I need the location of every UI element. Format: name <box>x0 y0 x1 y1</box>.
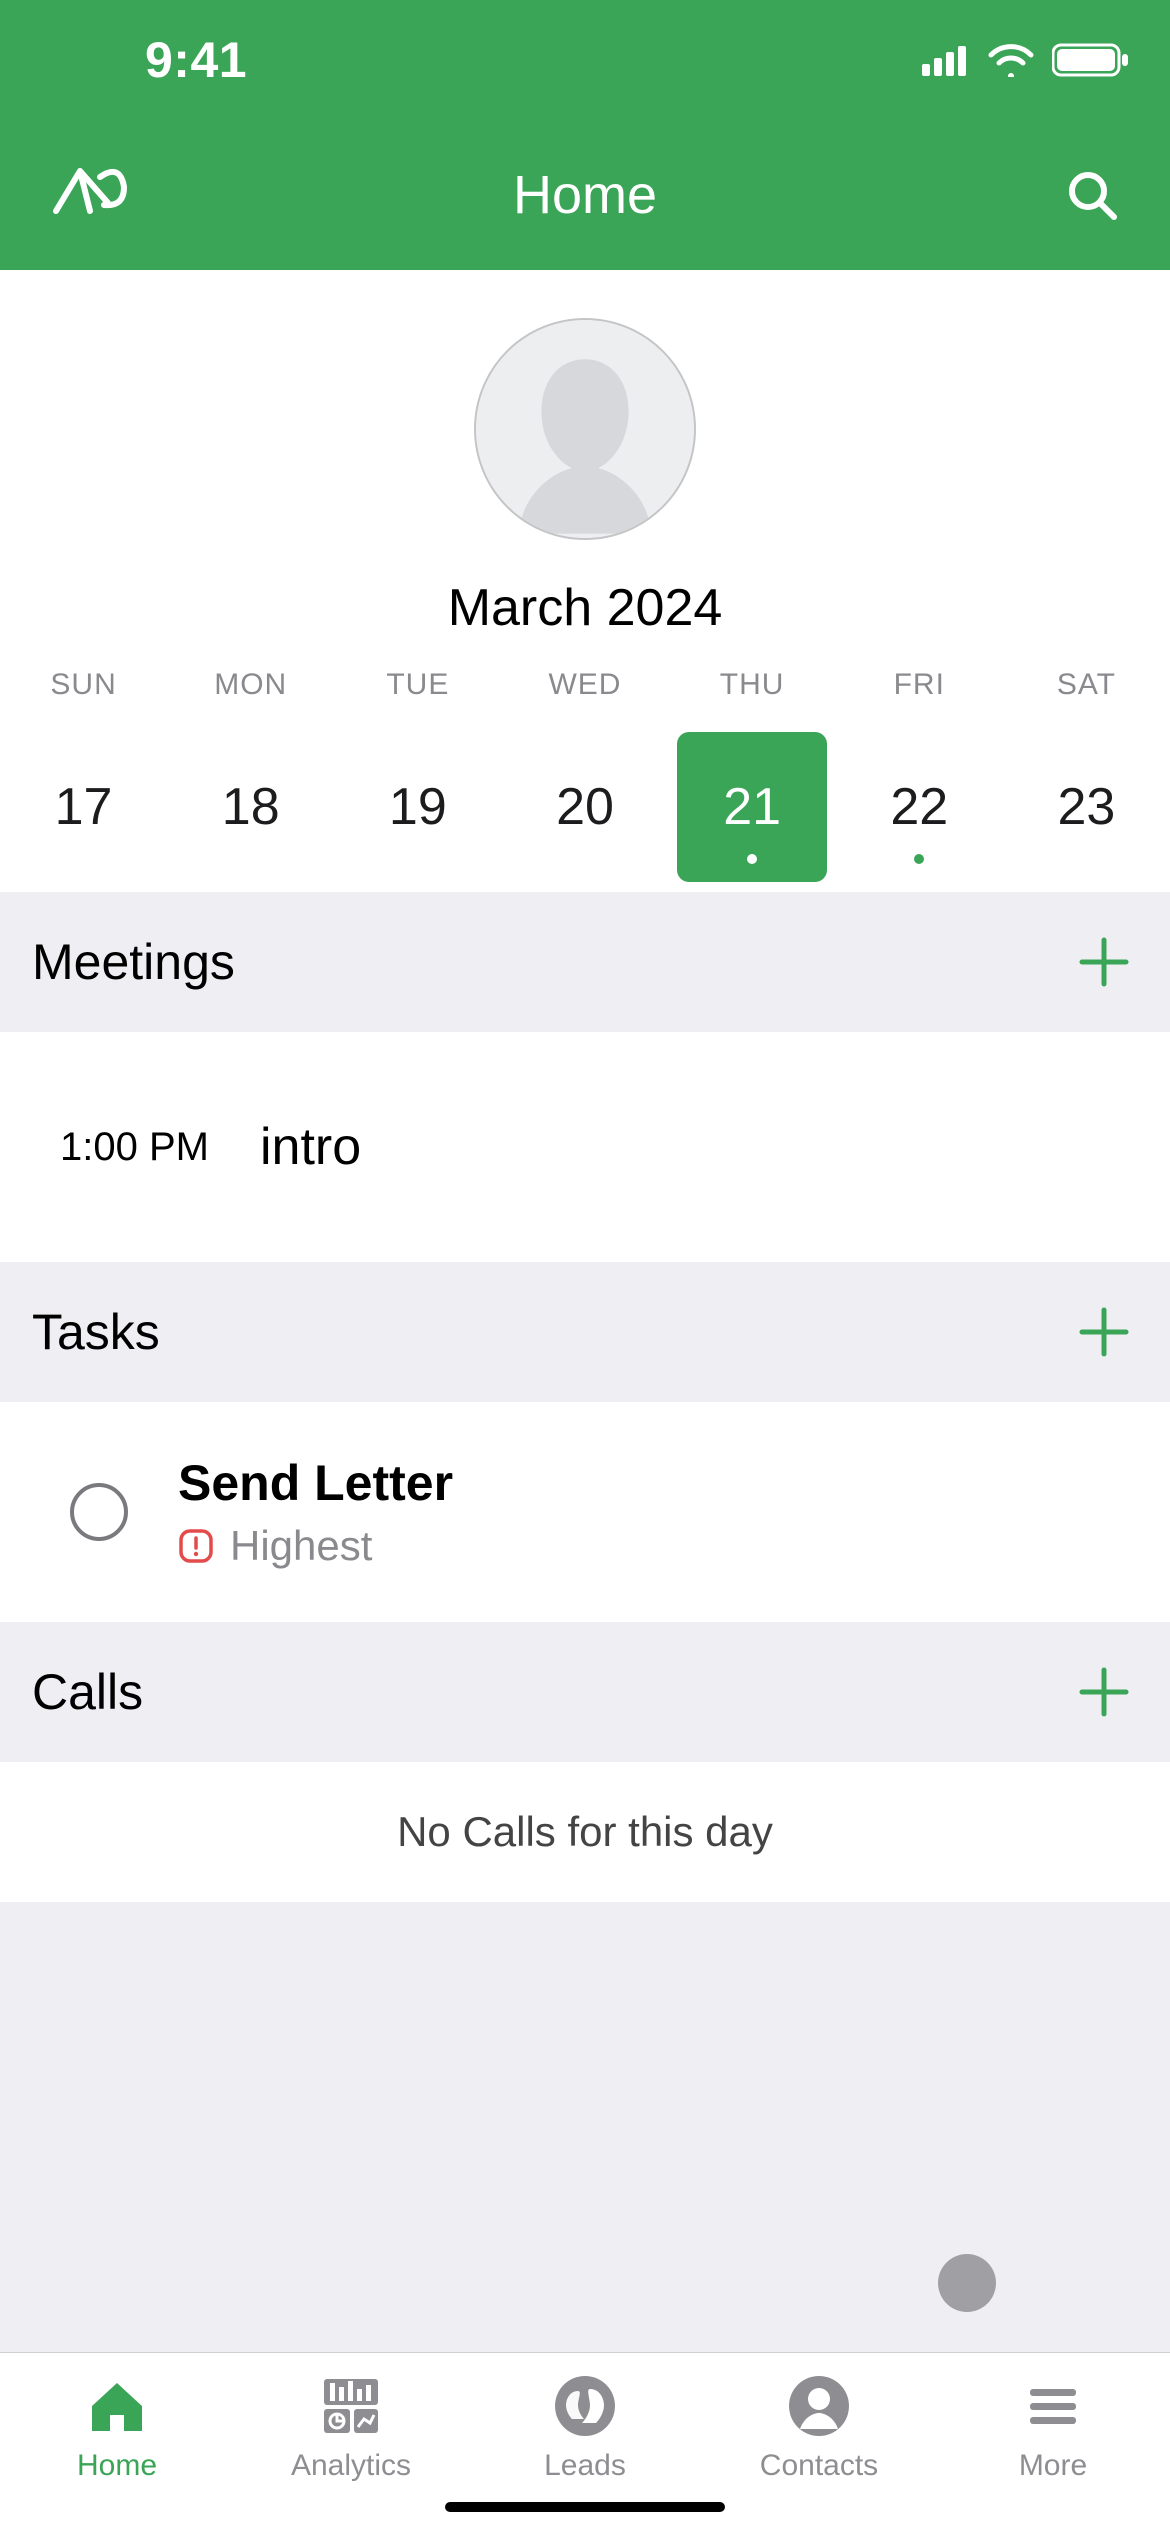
wifi-icon <box>988 43 1034 77</box>
day-name: WED <box>501 668 668 702</box>
status-bar: 9:41 <box>0 0 1170 120</box>
tab-label: Home <box>77 2449 157 2483</box>
tab-label: Leads <box>544 2449 626 2483</box>
tasks-header: Tasks <box>0 1262 1170 1402</box>
tasks-label: Tasks <box>32 1303 160 1361</box>
tab-label: Contacts <box>760 2449 878 2483</box>
search-button[interactable] <box>1040 167 1120 223</box>
tab-more[interactable]: More <box>936 2371 1170 2483</box>
date-number: 23 <box>1057 777 1115 837</box>
date-number: 22 <box>890 777 948 837</box>
leads-icon <box>550 2371 620 2441</box>
task-title: Send Letter <box>178 1454 453 1512</box>
avatar-placeholder-icon <box>476 320 694 538</box>
plus-icon <box>1078 1666 1130 1718</box>
tab-label: Analytics <box>291 2449 411 2483</box>
priority-icon <box>178 1528 214 1564</box>
meeting-time: 1:00 PM <box>60 1125 260 1170</box>
day-name: SAT <box>1003 668 1170 702</box>
tab-analytics[interactable]: Analytics <box>234 2371 468 2483</box>
meetings-label: Meetings <box>32 933 235 991</box>
date-cell-19[interactable]: 19 <box>343 732 493 882</box>
task-text: Send Letter Highest <box>178 1454 453 1570</box>
date-number: 21 <box>723 777 781 837</box>
date-number: 19 <box>389 777 447 837</box>
meeting-item[interactable]: 1:00 PM intro <box>0 1032 1170 1262</box>
date-number: 18 <box>222 777 280 837</box>
status-icons <box>922 42 1130 78</box>
avatar[interactable] <box>474 318 696 540</box>
calls-empty-text: No Calls for this day <box>0 1762 1170 1902</box>
app-root: 9:41 Home <box>0 0 1170 2532</box>
cellular-icon <box>922 44 970 76</box>
task-priority: Highest <box>178 1522 453 1570</box>
tab-leads[interactable]: Leads <box>468 2371 702 2483</box>
app-logo-icon[interactable] <box>50 163 130 228</box>
month-label: March 2024 <box>448 578 723 638</box>
task-priority-label: Highest <box>230 1522 372 1570</box>
day-name: THU <box>669 668 836 702</box>
calls-label: Calls <box>32 1663 143 1721</box>
floating-indicator[interactable] <box>938 2254 996 2312</box>
contacts-icon <box>784 2371 854 2441</box>
meetings-header: Meetings <box>0 892 1170 1032</box>
event-dot-icon <box>914 854 924 864</box>
date-cell-22[interactable]: 22 <box>844 732 994 882</box>
task-checkbox[interactable] <box>70 1483 128 1541</box>
event-dot-icon <box>747 854 757 864</box>
date-cell-23[interactable]: 23 <box>1011 732 1161 882</box>
day-name: MON <box>167 668 334 702</box>
nav-bar: Home <box>0 120 1170 270</box>
tab-label: More <box>1019 2449 1087 2483</box>
page-title: Home <box>130 164 1040 226</box>
search-icon <box>1064 167 1120 223</box>
task-item[interactable]: Send Letter Highest <box>0 1402 1170 1622</box>
week-days: 17 18 19 20 21 22 23 <box>0 732 1170 892</box>
date-cell-17[interactable]: 17 <box>9 732 159 882</box>
status-time: 9:41 <box>145 31 247 89</box>
day-name: SUN <box>0 668 167 702</box>
day-name: TUE <box>334 668 501 702</box>
tab-contacts[interactable]: Contacts <box>702 2371 936 2483</box>
date-number: 20 <box>556 777 614 837</box>
date-cell-18[interactable]: 18 <box>176 732 326 882</box>
add-task-button[interactable] <box>1070 1298 1138 1366</box>
add-call-button[interactable] <box>1070 1658 1138 1726</box>
meeting-title: intro <box>260 1117 1110 1177</box>
day-name: FRI <box>836 668 1003 702</box>
plus-icon <box>1078 936 1130 988</box>
date-number: 17 <box>55 777 113 837</box>
date-cell-21[interactable]: 21 <box>677 732 827 882</box>
add-meeting-button[interactable] <box>1070 928 1138 996</box>
week-header: SUN MON TUE WED THU FRI SAT <box>0 668 1170 702</box>
calls-header: Calls <box>0 1622 1170 1762</box>
battery-icon <box>1052 42 1130 78</box>
home-indicator[interactable] <box>445 2502 725 2512</box>
plus-icon <box>1078 1306 1130 1358</box>
tab-home[interactable]: Home <box>0 2371 234 2483</box>
analytics-icon <box>316 2371 386 2441</box>
date-cell-20[interactable]: 20 <box>510 732 660 882</box>
profile-section: March 2024 <box>0 270 1170 668</box>
home-icon <box>82 2371 152 2441</box>
hamburger-icon <box>1018 2371 1088 2441</box>
